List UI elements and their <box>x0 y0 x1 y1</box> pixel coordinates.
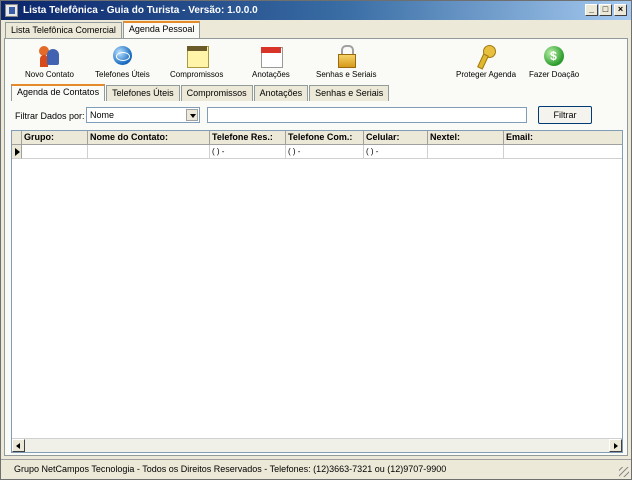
app-window: Lista Telefônica - Guia do Turista - Ver… <box>0 0 632 480</box>
cell-email[interactable] <box>504 145 622 159</box>
minimize-button[interactable]: _ <box>585 4 598 16</box>
cell-nextel[interactable] <box>428 145 504 159</box>
status-text: Grupo NetCampos Tecnologia - Todos os Di… <box>14 464 447 474</box>
tab-agenda-contatos[interactable]: Agenda de Contatos <box>11 84 106 101</box>
tab-lista-comercial[interactable]: Lista Telefônica Comercial <box>5 22 122 38</box>
filter-search-input[interactable] <box>207 107 527 123</box>
filter-field-value: Nome <box>90 110 115 120</box>
close-button[interactable]: × <box>614 4 627 16</box>
column-header-nextel[interactable]: Nextel: <box>428 131 504 145</box>
column-header-celular[interactable]: Celular: <box>364 131 428 145</box>
cell-nome[interactable] <box>88 145 210 159</box>
maximize-button[interactable]: □ <box>599 4 612 16</box>
column-header-email[interactable]: Email: <box>504 131 622 145</box>
scroll-right-icon[interactable] <box>609 439 622 452</box>
compromissos-button[interactable]: Compromissos <box>170 45 223 79</box>
filter-button[interactable]: Filtrar <box>538 106 592 124</box>
toolbar-label: Anotações <box>252 70 290 79</box>
toolbar-label: Novo Contato <box>25 70 74 79</box>
toolbar-label: Proteger Agenda <box>456 70 517 79</box>
tab-agenda-pessoal[interactable]: Agenda Pessoal <box>122 21 201 38</box>
title-bar[interactable]: Lista Telefônica - Guia do Turista - Ver… <box>1 1 631 20</box>
scroll-left-icon[interactable] <box>12 439 25 452</box>
table-row[interactable]: ( ) - ( ) - ( ) - <box>12 145 622 159</box>
cell-celular[interactable]: ( ) - <box>364 145 428 159</box>
column-header-grupo[interactable]: Grupo: <box>22 131 88 145</box>
row-indicator-header <box>12 131 22 145</box>
column-header-nome[interactable]: Nome do Contato: <box>88 131 210 145</box>
globe-icon <box>110 45 134 67</box>
money-icon <box>542 45 566 67</box>
main-tabs: Lista Telefônica Comercial Agenda Pessoa… <box>5 21 201 38</box>
grid-header: Grupo: Nome do Contato: Telefone Res.: T… <box>12 131 622 145</box>
telefones-uteis-button[interactable]: Telefones Úteis <box>95 45 150 79</box>
chevron-down-icon[interactable] <box>186 109 198 121</box>
window-title: Lista Telefônica - Guia do Turista - Ver… <box>23 5 258 16</box>
proteger-agenda-button[interactable]: Proteger Agenda <box>456 45 516 79</box>
anotacoes-button[interactable]: Anotações <box>252 45 290 79</box>
app-icon <box>5 4 18 17</box>
filter-field-select[interactable]: Nome <box>86 107 200 123</box>
cell-telefone-com[interactable]: ( ) - <box>286 145 364 159</box>
notepad-icon <box>185 45 209 68</box>
column-header-telefone-com[interactable]: Telefone Com.: <box>286 131 364 145</box>
fazer-doacao-button[interactable]: Fazer Doação <box>529 45 579 79</box>
current-row-indicator-icon <box>12 145 22 159</box>
horizontal-scrollbar[interactable] <box>12 438 622 452</box>
key-icon <box>474 45 498 67</box>
tab-compromissos[interactable]: Compromissos <box>180 85 253 101</box>
cell-grupo[interactable] <box>22 145 88 159</box>
senhas-seriais-button[interactable]: Senhas e Seriais <box>316 45 376 79</box>
lock-icon <box>334 45 358 68</box>
users-icon <box>37 45 61 67</box>
toolbar-label: Compromissos <box>170 70 224 79</box>
column-header-telefone-res[interactable]: Telefone Res.: <box>210 131 286 145</box>
cell-telefone-res[interactable]: ( ) - <box>210 145 286 159</box>
contacts-grid[interactable]: Grupo: Nome do Contato: Telefone Res.: T… <box>11 130 623 453</box>
calendar-icon <box>259 45 283 68</box>
agenda-sub-tabs: Agenda de Contatos Telefones Úteis Compr… <box>11 84 390 101</box>
status-bar: Grupo NetCampos Tecnologia - Todos os Di… <box>1 459 631 479</box>
tab-anotacoes[interactable]: Anotações <box>253 85 309 101</box>
toolbar-label: Fazer Doação <box>529 70 580 79</box>
tab-senhas-seriais[interactable]: Senhas e Seriais <box>309 85 390 101</box>
resize-grip-icon[interactable] <box>619 467 629 477</box>
toolbar-label: Senhas e Seriais <box>316 70 377 79</box>
novo-contato-button[interactable]: Novo Contato <box>25 45 74 79</box>
toolbar-label: Telefones Úteis <box>95 70 150 79</box>
filter-label: Filtrar Dados por: <box>15 111 85 121</box>
tab-telefones-uteis[interactable]: Telefones Úteis <box>106 85 180 101</box>
